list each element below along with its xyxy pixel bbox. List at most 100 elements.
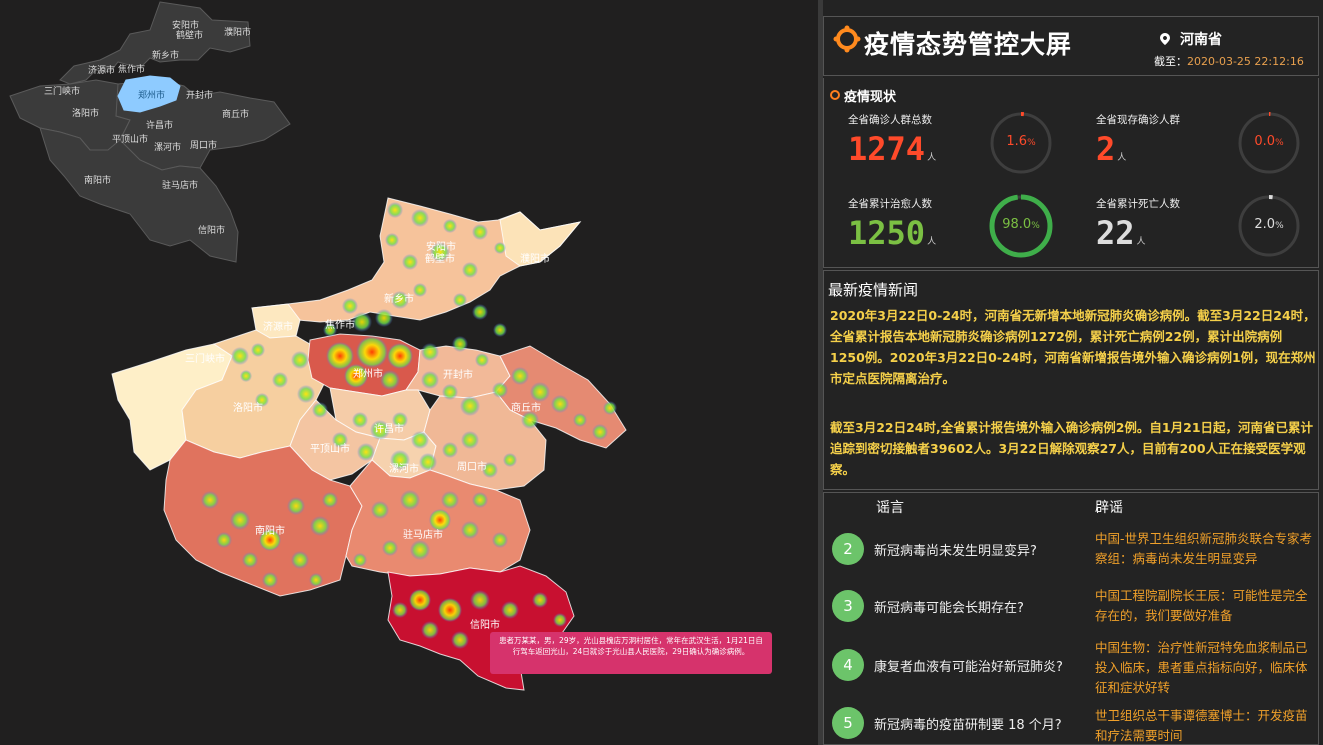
news-paragraph: 截至3月22日24时,全省累计报告境外输入确诊病例2例。自1月21日起，河南省已… (830, 420, 1314, 477)
heat-spot (291, 551, 309, 569)
heat-spot (472, 304, 488, 320)
heat-spot (230, 510, 250, 530)
current-confirmed-value: 2人 (1096, 130, 1127, 168)
rumor-question: 新冠病毒尚未发生明显变异? (874, 544, 1037, 559)
heat-spot (353, 553, 367, 567)
region-jiyuan[interactable] (251, 303, 301, 339)
heat-spot (310, 516, 330, 536)
mini-label-zhengzhou: 郑州市 (138, 89, 165, 101)
label-luohe: 漯河市 (389, 462, 419, 475)
rumor-number-badge: 2 (832, 533, 864, 565)
heat-spot (356, 336, 388, 368)
heat-spot (411, 431, 429, 449)
map-tooltip: 患者万某某，男，29岁，光山县槐店万洞村居住，常年在武汉生活，1月21日自行驾车… (490, 632, 772, 674)
region-shangqiu[interactable] (495, 345, 627, 449)
heat-spot (421, 621, 439, 639)
region-pingdingshan[interactable] (289, 399, 381, 481)
rumor-debunk: 中国-世界卫生组织新冠肺炎联合专家考察组：病毒尚未发生明显变异 (1095, 531, 1313, 566)
heat-spot (371, 501, 389, 519)
label-zhumadian: 驻马店市 (403, 528, 443, 541)
region-xuchang[interactable] (329, 387, 431, 441)
news-section: 最新疫情新闻 2020年3月22日0-24时，河南省无新增本地新冠肺炎确诊病例。… (823, 270, 1319, 490)
label-anyang: 安阳市 (426, 240, 456, 253)
heat-spot (443, 219, 457, 233)
heat-spot (342, 298, 358, 314)
cured-total-value: 1250 人 (848, 214, 937, 252)
label-xinyang: 信阳市 (470, 618, 500, 631)
heat-spot (475, 353, 489, 367)
heat-spot (573, 413, 587, 427)
heat-spot (216, 532, 232, 548)
heat-spot (472, 224, 488, 240)
region-zhoukou[interactable] (423, 391, 547, 491)
label-zhoukou: 周口市 (457, 460, 487, 473)
mini-label-pingdingshan: 平顶山市 (112, 133, 148, 145)
section-dot-icon (830, 90, 840, 100)
rumor-debunk: 世卫组织总干事谭德塞博士：开发疫苗和疗法需要时间 (1095, 708, 1308, 743)
label-pingdingshan: 平顶山市 (310, 442, 350, 455)
current-confirmed-label: 全省现存确诊人群 (1096, 114, 1180, 126)
rumor-question: 新冠病毒可能会长期存在? (874, 601, 1024, 616)
heat-spot (392, 412, 408, 428)
heat-spot (492, 532, 508, 548)
cured-total-ring: 98.0% (988, 193, 1054, 259)
date-value: 2020-03-25 22:12:16 (1187, 55, 1304, 68)
heat-spot (442, 442, 458, 458)
heat-spot (392, 602, 408, 618)
label-xuchang: 许昌市 (374, 422, 404, 435)
heat-spot (344, 364, 368, 388)
heat-spot (255, 393, 269, 407)
region-nanyang[interactable] (163, 439, 363, 597)
label-nanyang: 南阳市 (255, 524, 285, 537)
heat-spot (390, 450, 410, 470)
heat-spot (421, 371, 439, 389)
location[interactable]: 河南省 (1160, 29, 1222, 49)
heat-spot (375, 309, 393, 327)
deaths-total-value: 22 人 (1096, 214, 1146, 252)
current-confirmed-ring: 0.0% (1236, 110, 1302, 176)
mini-map[interactable]: 安阳市 鹤壁市 濮阳市 新乡市 焦作市 济源市 三门峡市 郑州市 开封市 洛阳市… (0, 0, 300, 270)
heat-spot (453, 293, 467, 307)
heat-spot (326, 342, 354, 370)
region-puyang[interactable] (499, 211, 582, 267)
heat-spot (410, 540, 430, 560)
heat-spot (352, 312, 372, 332)
heat-spot (400, 490, 420, 510)
region-zhengzhou[interactable] (307, 333, 421, 397)
heat-spot (430, 242, 450, 262)
rumor-question: 新冠病毒的疫苗研制要 18 个月? (874, 718, 1062, 733)
deaths-total-ring: 2.0% (1236, 193, 1302, 259)
label-sanmenxia: 三门峡市 (185, 352, 225, 365)
mini-label-kaifeng: 开封市 (186, 89, 213, 101)
heat-spot (323, 323, 337, 337)
region-north[interactable] (251, 197, 582, 323)
mini-label-luohe: 漯河市 (154, 141, 181, 153)
heat-spot (380, 370, 400, 390)
region-sanmenxia[interactable] (111, 343, 233, 471)
mini-label-hebi: 鹤壁市 (176, 29, 203, 41)
heat-spot (402, 254, 418, 270)
label-jiaozuo: 焦作市 (325, 318, 355, 331)
rumor-debunk: 中国工程院副院长王辰：可能性是完全存在的，我们要做好准备 (1095, 588, 1308, 623)
heat-spot (201, 491, 219, 509)
heat-spot (240, 370, 252, 382)
heat-spot (494, 242, 506, 254)
mini-label-shangqiu: 商丘市 (222, 108, 249, 120)
heat-spot (382, 540, 398, 556)
heat-spot (251, 343, 265, 357)
heat-spot (357, 443, 375, 461)
heat-spot (287, 497, 305, 515)
region-luoyang[interactable] (181, 329, 329, 459)
region-luohe[interactable] (371, 431, 437, 479)
region-kaifeng[interactable] (405, 345, 511, 399)
update-time: 截至：2020-03-25 22:12:16 (1154, 53, 1304, 69)
heat-spot (411, 209, 429, 227)
confirmed-total-label: 全省确诊人群总数 (848, 114, 932, 126)
heat-spot (387, 343, 413, 369)
region-zhumadian[interactable] (345, 459, 531, 577)
heat-spot (291, 351, 309, 369)
heat-spot (492, 382, 508, 398)
heat-spot (532, 592, 548, 608)
heat-spot (312, 402, 328, 418)
heat-spot (551, 395, 569, 413)
